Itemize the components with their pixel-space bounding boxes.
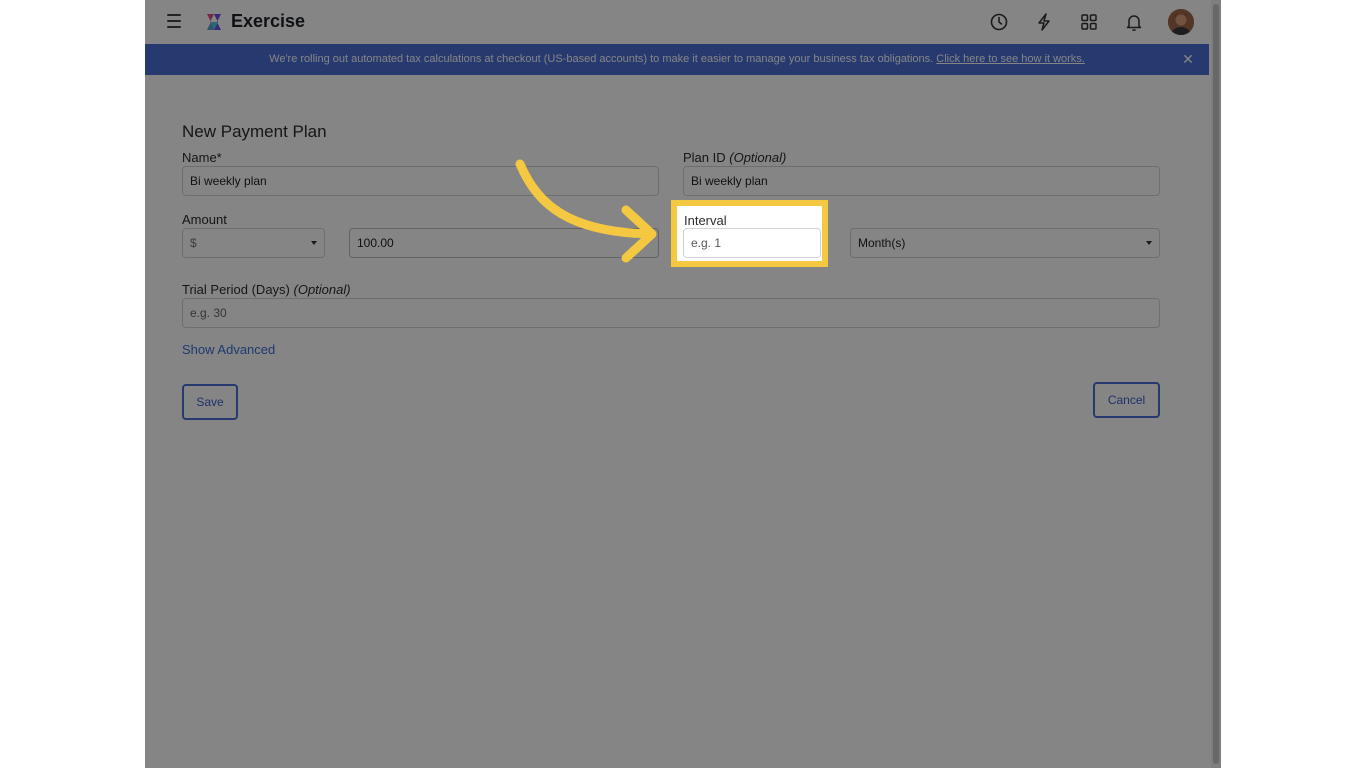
trial-period-label-text: Trial Period (Days) [182,282,290,297]
plan-id-optional-text: (Optional) [729,150,787,165]
plan-id-field[interactable]: Bi weekly plan [683,166,1160,196]
close-icon[interactable]: ✕ [1181,52,1195,66]
top-navigation-bar: Exercise [145,0,1209,44]
interval-unit-select[interactable]: Month(s) [850,228,1160,258]
tutorial-dim-overlay [145,0,1221,768]
history-clock-icon[interactable] [988,11,1010,33]
menu-icon[interactable] [167,14,181,28]
notification-bell-icon[interactable] [1123,11,1145,33]
app-logo-icon [207,14,221,30]
interval-label: Interval [684,213,727,228]
show-advanced-link[interactable]: Show Advanced [182,342,275,357]
currency-select[interactable]: $ [182,228,325,258]
plan-id-label-text: Plan ID [683,150,726,165]
cancel-button[interactable]: Cancel [1093,382,1160,418]
interval-unit-value: Month(s) [858,236,906,250]
page-title: New Payment Plan [182,122,327,141]
scrollbar-thumb[interactable] [1213,4,1219,764]
highlighted-interval-box: Interval e.g. 1 [671,200,828,267]
vertical-scrollbar[interactable] [1211,0,1221,768]
trial-period-label: Trial Period (Days) (Optional) [182,282,351,297]
plan-id-label: Plan ID (Optional) [683,150,786,165]
app-window: Exercise We're rolling out automated tax… [145,0,1221,768]
interval-field[interactable]: e.g. 1 [683,228,821,258]
chevron-down-icon [311,241,317,245]
app-title: Exercise [231,11,306,31]
user-avatar[interactable] [1168,9,1194,35]
pointer-arrow-icon [515,159,657,263]
trial-period-optional-text: (Optional) [293,282,351,297]
announcement-banner: We're rolling out automated tax calculat… [145,44,1209,75]
save-button[interactable]: Save [182,384,238,420]
lightning-icon[interactable] [1033,11,1055,33]
currency-value: $ [190,236,197,250]
banner-message: We're rolling out automated tax calculat… [145,53,1169,65]
banner-text: We're rolling out automated tax calculat… [269,53,934,65]
amount-label: Amount [182,212,227,227]
apps-grid-icon[interactable] [1078,11,1100,33]
name-label: Name* [182,150,222,165]
trial-period-field[interactable]: e.g. 30 [182,298,1160,328]
banner-link[interactable]: Click here to see how it works. [936,53,1085,65]
chevron-down-icon [1146,241,1152,245]
